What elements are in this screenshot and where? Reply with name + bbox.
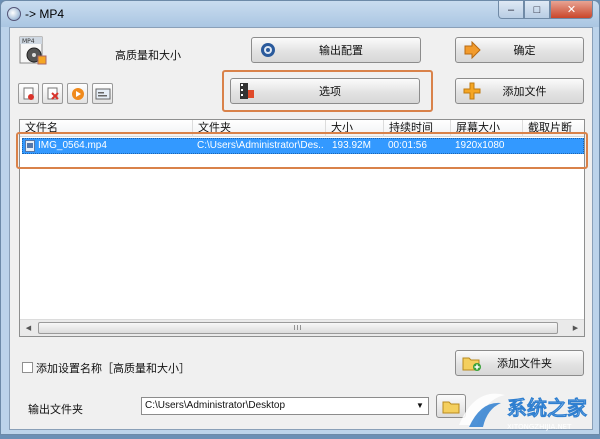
column-header-duration[interactable]: 持续时间: [384, 120, 451, 137]
app-window: -> MP4 – □ ✕ MP4 高质量和大小 输出配置 确定 选项 添加文件 …: [0, 0, 600, 435]
scroll-left-arrow[interactable]: ◀: [20, 320, 37, 336]
column-header-filename[interactable]: 文件名: [20, 120, 193, 137]
add-setting-name-label: 添加设置名称［高质量和大小］: [36, 363, 190, 375]
output-folder-label: 输出文件夹: [28, 404, 83, 416]
svg-text:XITONGZHIJIA.NET: XITONGZHIJIA.NET: [507, 423, 572, 431]
minimize-button[interactable]: –: [498, 1, 524, 19]
mp4-format-icon: MP4: [18, 36, 48, 66]
output-folder-select[interactable]: C:\Users\Administrator\Desktop ▼: [141, 397, 429, 415]
main-panel: MP4 高质量和大小 输出配置 确定 选项 添加文件 文件名 文件夹 大小 持续…: [9, 27, 593, 430]
add-file-button[interactable]: 添加文件: [455, 78, 584, 104]
arrow-right-icon: [462, 41, 482, 59]
gear-settings-icon: [258, 41, 278, 59]
preset-label: 高质量和大小: [115, 50, 181, 62]
table-header: 文件名 文件夹 大小 持续时间 屏幕大小 截取片断: [20, 120, 584, 137]
app-globe-icon: [7, 7, 21, 21]
column-header-size[interactable]: 大小: [326, 120, 384, 137]
play-button[interactable]: [67, 83, 88, 104]
svg-text:系统之家: 系统之家: [507, 396, 588, 420]
add-folder-button[interactable]: 添加文件夹: [455, 350, 584, 376]
maximize-button[interactable]: □: [524, 1, 550, 19]
plus-icon: [462, 82, 482, 100]
horizontal-scrollbar[interactable]: ◀ III ▶: [20, 319, 584, 336]
cell-duration: 00:01:56: [388, 140, 427, 151]
cell-resolution: 1920x1080: [455, 140, 505, 151]
clear-list-icon: [47, 87, 59, 100]
column-header-folder[interactable]: 文件夹: [193, 120, 326, 137]
chevron-down-icon[interactable]: ▼: [412, 398, 428, 414]
clear-list-button[interactable]: [42, 83, 63, 104]
svg-text:MP4: MP4: [22, 38, 35, 45]
cell-filename: IMG_0564.mp4: [38, 140, 107, 151]
window-title: -> MP4: [25, 7, 65, 21]
folder-add-icon: [462, 354, 482, 372]
column-header-resolution[interactable]: 屏幕大小: [451, 120, 523, 137]
cell-clip: [524, 139, 584, 153]
media-info-button[interactable]: [92, 83, 113, 104]
title-bar[interactable]: -> MP4 – □ ✕: [1, 1, 599, 27]
remove-file-button[interactable]: [18, 83, 39, 104]
scroll-grip: III: [293, 324, 303, 332]
site-watermark-logo: 系统之家 XITONGZHIJIA.NET: [455, 381, 600, 436]
column-header-clip[interactable]: 截取片断: [523, 120, 584, 137]
cell-size: 193.92M: [332, 140, 371, 151]
play-icon: [71, 87, 84, 100]
scroll-right-arrow[interactable]: ▶: [567, 320, 584, 336]
cell-folder: C:\Users\Administrator\Des...: [197, 140, 324, 151]
add-setting-name-checkbox[interactable]: [22, 362, 33, 373]
scroll-thumb[interactable]: III: [38, 322, 558, 334]
media-info-icon: [95, 88, 110, 99]
options-button[interactable]: 选项: [230, 78, 420, 104]
ok-button[interactable]: 确定: [455, 37, 584, 63]
close-button[interactable]: ✕: [550, 1, 593, 19]
file-list-table: 文件名 文件夹 大小 持续时间 屏幕大小 截取片断 IMG_0564.mp4 C…: [19, 119, 585, 337]
output-folder-value: C:\Users\Administrator\Desktop: [145, 400, 286, 411]
options-label: 选项: [319, 86, 341, 98]
remove-file-icon: [23, 87, 34, 100]
film-options-icon: [237, 82, 257, 100]
table-row[interactable]: IMG_0564.mp4 C:\Users\Administrator\Des.…: [22, 138, 584, 154]
output-config-button[interactable]: 输出配置: [251, 37, 421, 63]
